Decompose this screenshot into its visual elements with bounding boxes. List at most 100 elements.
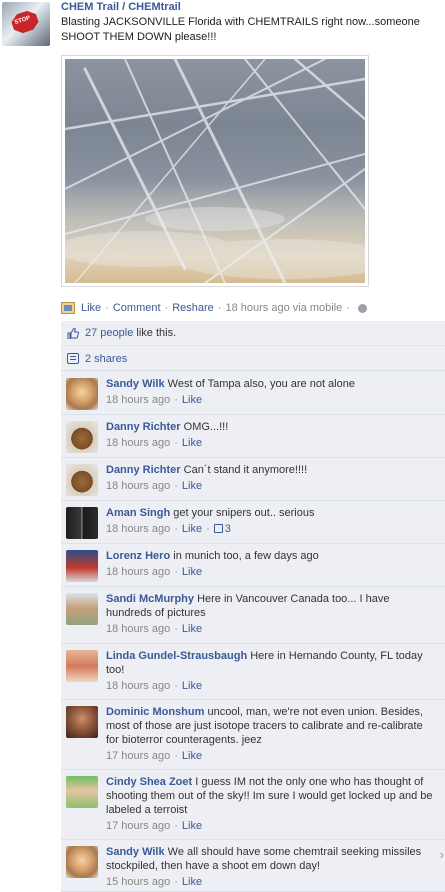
commenter-avatar[interactable] xyxy=(66,378,98,410)
commenter-name[interactable]: Lorenz Hero xyxy=(106,550,170,562)
comment-item: Dominic Monshum uncool, man, we're not e… xyxy=(61,700,445,770)
comment-timestamp[interactable]: 17 hours ago xyxy=(106,820,170,832)
comment-meta: 18 hours ago · Like xyxy=(106,565,438,579)
separator: · xyxy=(174,437,178,449)
commenter-name[interactable]: Linda Gundel-Strausbaugh xyxy=(106,650,247,662)
post-author-avatar[interactable]: STOP xyxy=(2,2,50,46)
comment-meta: 17 hours ago · Like xyxy=(106,819,438,833)
comment-timestamp[interactable]: 18 hours ago xyxy=(106,437,170,449)
stop-sign-text: STOP xyxy=(13,15,32,27)
comment-like-link[interactable]: Like xyxy=(182,820,202,832)
likes-summary: 27 people like this. xyxy=(61,321,445,346)
comment-content: Dominic Monshum uncool, man, we're not e… xyxy=(106,705,438,747)
comment-item: Lorenz Hero in munich too, a few days ag… xyxy=(61,544,445,587)
comment-link[interactable]: Comment xyxy=(113,302,161,314)
comment-like-link[interactable]: Like xyxy=(182,523,202,535)
comment-timestamp[interactable]: 15 hours ago xyxy=(106,876,170,888)
comment-like-link[interactable]: Like xyxy=(182,566,202,578)
comment-timestamp[interactable]: 18 hours ago xyxy=(106,566,170,578)
comment-timestamp[interactable]: 18 hours ago xyxy=(106,480,170,492)
comment-body: Sandy Wilk We all should have some chemt… xyxy=(106,845,438,889)
comment-meta: 18 hours ago · Like xyxy=(106,479,438,493)
separator: · xyxy=(217,302,222,314)
separator: · xyxy=(174,523,178,535)
comment-like-count[interactable]: 3 xyxy=(225,523,231,535)
commenter-avatar[interactable] xyxy=(66,776,98,808)
comment-content: Sandy Wilk West of Tampa also, you are n… xyxy=(106,377,438,391)
comment-timestamp[interactable]: 18 hours ago xyxy=(106,680,170,692)
commenter-avatar[interactable] xyxy=(66,507,98,539)
thumbs-up-icon xyxy=(67,326,80,339)
comment-content: Danny Richter Can´t stand it anymore!!!! xyxy=(106,463,438,477)
comment-like-link[interactable]: Like xyxy=(182,680,202,692)
commenter-name[interactable]: Danny Richter xyxy=(106,421,181,433)
separator: · xyxy=(346,302,350,314)
separator: · xyxy=(174,750,178,762)
separator: · xyxy=(174,394,178,406)
commenter-name[interactable]: Aman Singh xyxy=(106,507,170,519)
comment-item: Aman Singh get your snipers out.. seriou… xyxy=(61,501,445,544)
commenter-name[interactable]: Sandy Wilk xyxy=(106,846,165,858)
comment-like-link[interactable]: Like xyxy=(182,623,202,635)
likes-suffix: like this. xyxy=(133,327,177,339)
commenter-avatar[interactable] xyxy=(66,421,98,453)
comment-like-link[interactable]: Like xyxy=(182,437,202,449)
comment-item: Linda Gundel-Strausbaugh Here in Hernand… xyxy=(61,644,445,700)
comment-item: Sandi McMurphy Here in Vancouver Canada … xyxy=(61,587,445,644)
separator: · xyxy=(174,876,178,888)
feedback-panel: 27 people like this. 2 shares Sandy Wilk… xyxy=(61,321,445,892)
reshare-link[interactable]: Reshare xyxy=(172,302,214,314)
comment-body: Dominic Monshum uncool, man, we're not e… xyxy=(106,705,438,763)
likers-link[interactable]: 27 people xyxy=(85,327,133,339)
scroll-arrow-icon[interactable]: › xyxy=(440,847,444,862)
like-link[interactable]: Like xyxy=(81,302,101,314)
comment-like-link[interactable]: Like xyxy=(182,876,202,888)
commenter-name[interactable]: Sandy Wilk xyxy=(106,378,165,390)
comment-body: Linda Gundel-Strausbaugh Here in Hernand… xyxy=(106,649,438,693)
comment-timestamp[interactable]: 18 hours ago xyxy=(106,523,170,535)
comment-content: Danny Richter OMG...!!! xyxy=(106,420,438,434)
separator: · xyxy=(206,523,210,535)
globe-icon[interactable] xyxy=(357,303,367,313)
comment-meta: 18 hours ago · Like xyxy=(106,622,438,636)
post-timestamp[interactable]: 18 hours ago via mobile xyxy=(225,302,342,314)
comment-body: Lorenz Hero in munich too, a few days ag… xyxy=(106,549,438,579)
post-message: Blasting JACKSONVILLE Florida with CHEMT… xyxy=(61,16,420,43)
commenter-avatar[interactable] xyxy=(66,464,98,496)
comment-like-link[interactable]: Like xyxy=(182,750,202,762)
comment-timestamp[interactable]: 18 hours ago xyxy=(106,623,170,635)
shares-link[interactable]: 2 shares xyxy=(85,353,127,365)
comment-timestamp[interactable]: 17 hours ago xyxy=(106,750,170,762)
comment-body: Cindy Shea Zoet I guess IM not the only … xyxy=(106,775,438,833)
commenter-name[interactable]: Sandi McMurphy xyxy=(106,593,194,605)
comment-item: Sandy Wilk We all should have some chemt… xyxy=(61,840,445,892)
comment-item: Danny Richter OMG...!!! 18 hours ago · Like xyxy=(61,415,445,458)
stop-sign-icon: STOP xyxy=(10,8,41,35)
comment-like-link[interactable]: Like xyxy=(182,394,202,406)
post-photo[interactable] xyxy=(61,55,369,287)
shares-summary: 2 shares xyxy=(61,347,445,371)
separator: · xyxy=(174,680,178,692)
commenter-avatar[interactable] xyxy=(66,846,98,878)
comment-content: Sandy Wilk We all should have some chemt… xyxy=(106,845,438,873)
thumbs-up-icon xyxy=(213,524,223,533)
comment-meta: 17 hours ago · Like xyxy=(106,749,438,763)
comment-timestamp[interactable]: 18 hours ago xyxy=(106,394,170,406)
comment-item: Cindy Shea Zoet I guess IM not the only … xyxy=(61,770,445,840)
commenter-avatar[interactable] xyxy=(66,706,98,738)
comment-meta: 18 hours ago · Like xyxy=(106,436,438,450)
post-author-name[interactable]: CHEM Trail / CHEMtrail xyxy=(61,1,181,13)
commenter-name[interactable]: Danny Richter xyxy=(106,464,181,476)
commenter-name[interactable]: Dominic Monshum xyxy=(106,706,204,718)
commenter-avatar[interactable] xyxy=(66,593,98,625)
comment-meta: 15 hours ago · Like xyxy=(106,875,438,889)
comment-like-link[interactable]: Like xyxy=(182,480,202,492)
commenter-avatar[interactable] xyxy=(66,550,98,582)
comment-meta: 18 hours ago · Like · 3 xyxy=(106,522,438,536)
commenter-avatar[interactable] xyxy=(66,650,98,682)
sky-contrails-image xyxy=(65,59,365,283)
commenter-name[interactable]: Cindy Shea Zoet xyxy=(106,776,192,788)
comment-text: get your snipers out.. serious xyxy=(173,507,315,519)
comment-body: Sandi McMurphy Here in Vancouver Canada … xyxy=(106,592,438,636)
comment-meta: 18 hours ago · Like xyxy=(106,679,438,693)
